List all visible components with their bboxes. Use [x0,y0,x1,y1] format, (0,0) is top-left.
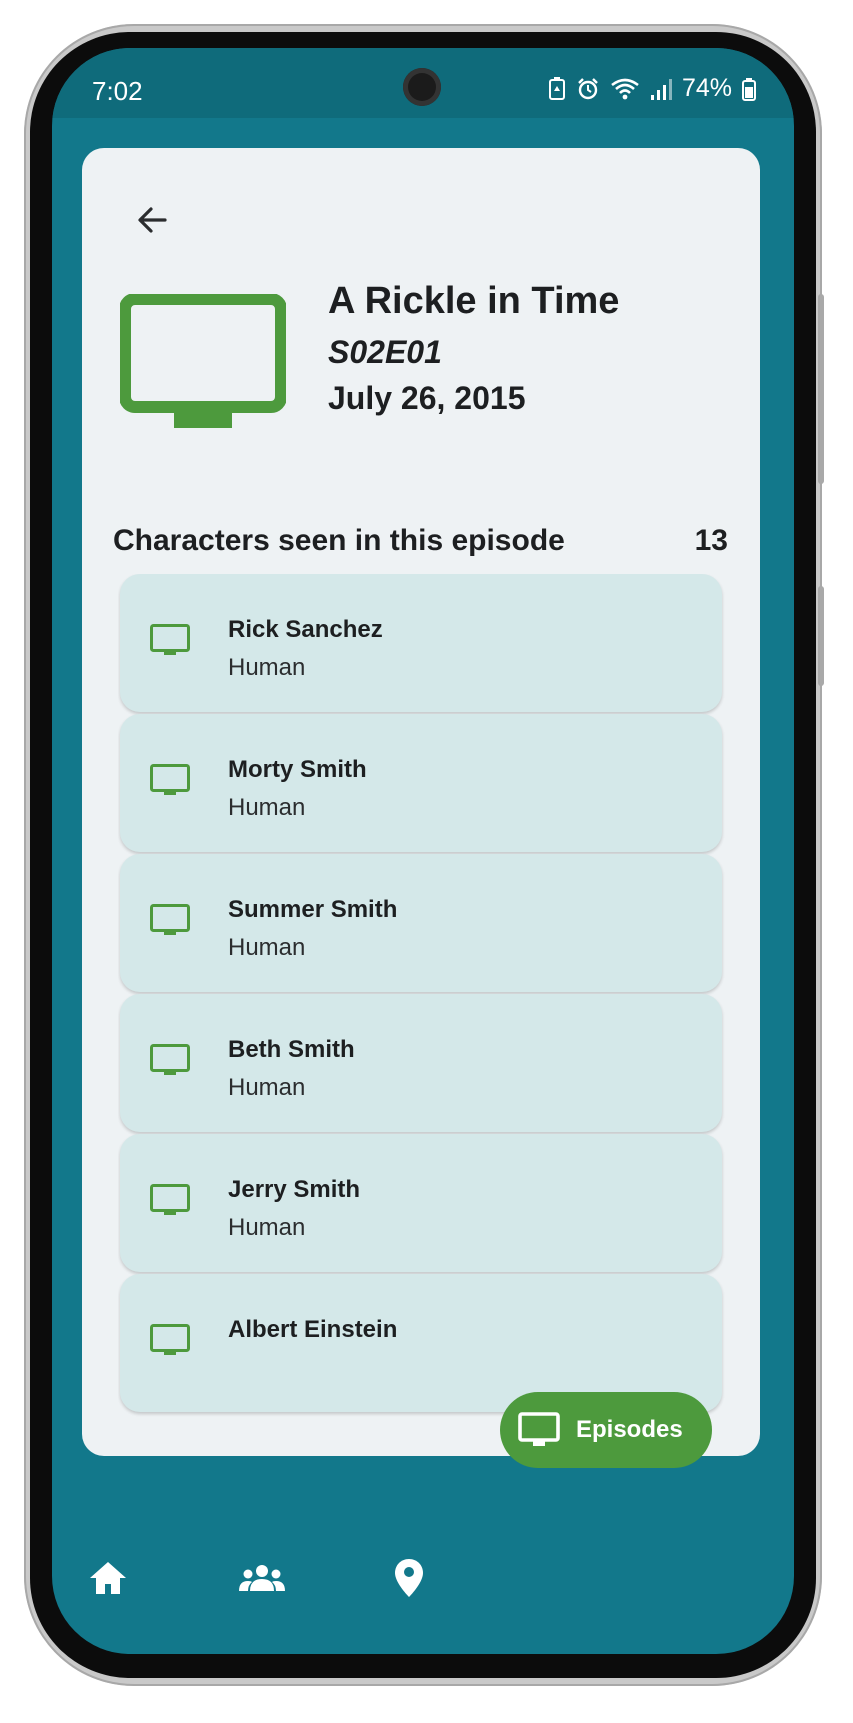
character-name: Albert Einstein [228,1316,398,1343]
front-camera [403,68,441,106]
character-item[interactable]: Summer Smith Human [120,854,722,992]
episode-title: A Rickle in Time [328,280,620,322]
character-item[interactable]: Morty Smith Human [120,714,722,852]
status-icons: 74% [548,74,756,103]
tv-icon [150,764,190,803]
alarm-icon [576,77,600,101]
nav-locations[interactable] [376,1540,442,1616]
tv-icon [150,904,190,943]
tv-icon [150,1044,190,1083]
character-species: Human [228,934,306,961]
character-item[interactable]: Jerry Smith Human [120,1134,722,1272]
power-button [818,294,824,484]
episode-code: S02E01 [328,334,442,370]
volume-button [818,586,824,686]
character-list[interactable]: Rick Sanchez Human Morty Smith Human Sum… [118,574,726,1424]
characters-count: 13 [694,524,728,557]
nav-characters[interactable] [222,1540,302,1616]
character-species: Human [228,1214,306,1241]
character-item[interactable]: Rick Sanchez Human [120,574,722,712]
status-time: 7:02 [92,76,143,106]
episode-detail-card: A Rickle in Time S02E01 July 26, 2015 Ch… [82,148,760,1456]
status-bar: 7:02 74% [52,48,794,118]
battery-percent: 74% [681,74,732,102]
back-button[interactable] [130,198,174,242]
character-species: Human [228,654,306,681]
people-icon [239,1565,285,1591]
nav-episodes[interactable]: Episodes [500,1392,712,1468]
battery-icon [742,77,756,101]
nav-home[interactable] [72,1540,144,1616]
character-name: Summer Smith [228,896,398,923]
arrow-back-icon [138,207,167,233]
characters-heading: Characters seen in this episode [113,524,565,557]
location-pin-icon [395,1559,423,1597]
character-item[interactable]: Beth Smith Human [120,994,722,1132]
battery-saver-icon [548,76,566,101]
tv-icon [119,293,287,439]
screen: 7:02 74% A Rickle in Time S02E01 July 26… [52,48,794,1654]
tv-icon [518,1412,560,1446]
tv-icon [150,1184,190,1223]
nav-episodes-label: Episodes [576,1416,683,1443]
episode-air-date: July 26, 2015 [328,380,526,416]
character-name: Jerry Smith [228,1176,361,1203]
character-species: Human [228,1074,306,1101]
tv-icon [150,624,190,663]
character-name: Morty Smith [228,756,367,783]
home-icon [90,1562,126,1594]
signal-icon [650,77,672,101]
tv-icon [150,1324,190,1363]
character-name: Rick Sanchez [228,616,383,643]
character-species: Human [228,794,306,821]
character-name: Beth Smith [228,1036,355,1063]
wifi-icon [610,77,640,101]
